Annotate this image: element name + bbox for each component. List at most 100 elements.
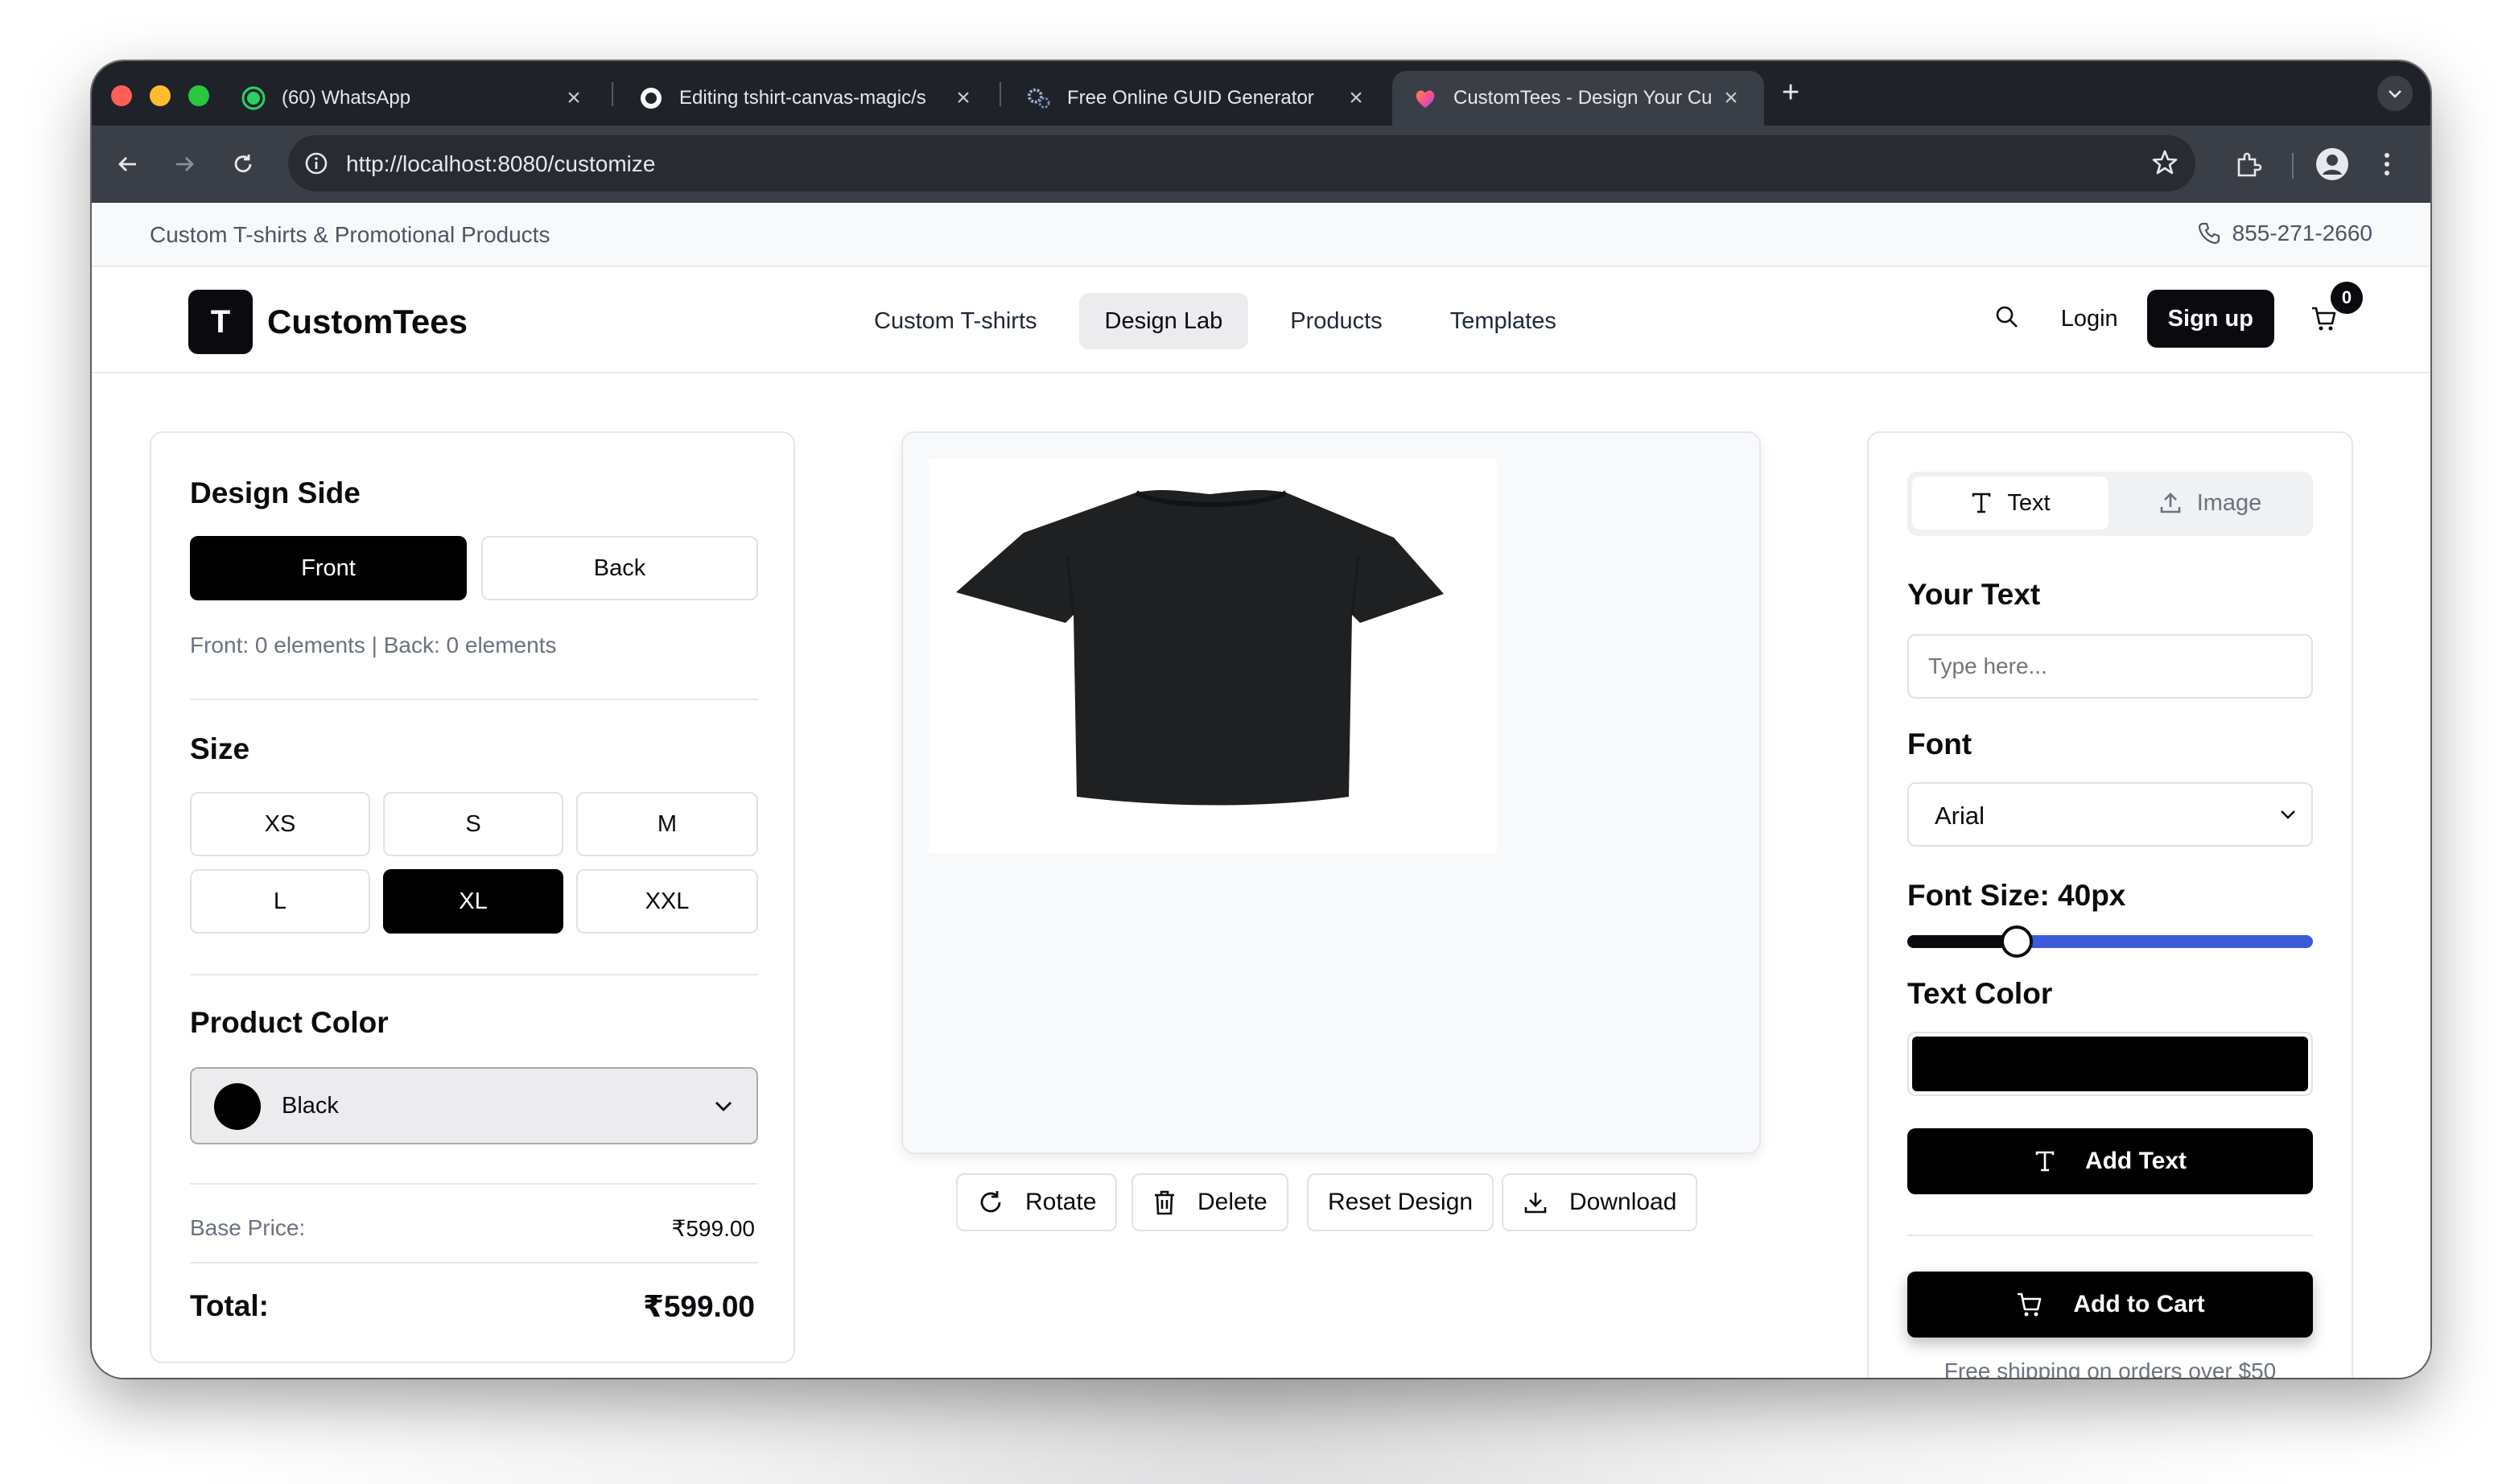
main-nav: Custom T-shirts Design Lab Products Temp… <box>848 293 1582 349</box>
forward-arrow-icon[interactable] <box>167 146 203 182</box>
address-bar[interactable]: http://localhost:8080/customize <box>288 135 2195 192</box>
color-swatch <box>214 1083 261 1130</box>
back-side-button[interactable]: Back <box>481 536 758 600</box>
rotate-label: Rotate <box>1025 1189 1097 1215</box>
tab-github[interactable]: Editing tshirt-canvas-magic/s × <box>618 71 996 126</box>
site-info-icon[interactable] <box>303 150 330 181</box>
font-value: Arial <box>1935 802 1985 830</box>
font-size-slider[interactable] <box>1907 925 2313 958</box>
site-logo[interactable]: T CustomTees <box>188 290 468 354</box>
site-header: T CustomTees Custom T-shirts Design Lab … <box>92 267 2430 373</box>
chevron-down-icon <box>715 1102 732 1111</box>
tab-customtees[interactable]: CustomTees - Design Your Cu × <box>1392 71 1764 126</box>
tab-image[interactable]: Image <box>2112 476 2308 530</box>
text-tools-panel: Text Image Your Text Font Arial Font Siz… <box>1867 431 2353 1378</box>
add-text-button[interactable]: Add Text <box>1907 1128 2313 1194</box>
rotate-button[interactable]: Rotate <box>956 1173 1118 1231</box>
back-arrow-icon[interactable] <box>109 146 145 182</box>
close-tab-icon[interactable]: × <box>951 85 975 112</box>
tab-text[interactable]: Text <box>1912 476 2108 530</box>
close-tab-icon[interactable]: × <box>562 85 586 112</box>
text-input[interactable] <box>1907 634 2313 699</box>
reset-design-button[interactable]: Reset Design <box>1307 1173 1494 1231</box>
tshirt-preview <box>929 459 1497 853</box>
text-type-icon <box>2035 1151 2055 1172</box>
tab-whatsapp[interactable]: (60) WhatsApp × <box>221 71 607 126</box>
text-type-icon <box>1972 493 1991 513</box>
font-label: Font <box>1907 728 1972 761</box>
github-icon <box>639 86 663 110</box>
reload-icon[interactable] <box>225 146 261 182</box>
delete-label: Delete <box>1197 1189 1268 1215</box>
profile-avatar-icon[interactable] <box>2311 143 2353 185</box>
phone-icon <box>2198 222 2220 245</box>
size-s-button[interactable]: S <box>383 792 563 856</box>
size-xl-button[interactable]: XL <box>383 869 563 934</box>
minimize-window-button[interactable] <box>150 85 171 106</box>
size-title: Size <box>190 732 250 765</box>
web-page: Custom T-shirts & Promotional Products 8… <box>92 203 2430 1378</box>
slider-handle[interactable] <box>2001 925 2033 958</box>
download-label: Download <box>1569 1189 1677 1215</box>
tab-text-label: Text <box>2007 489 2051 516</box>
size-m-button[interactable]: M <box>576 792 758 856</box>
reset-label: Reset Design <box>1328 1189 1474 1215</box>
phone-contact[interactable]: 855-271-2660 <box>2197 221 2372 246</box>
nav-custom-tshirts[interactable]: Custom T-shirts <box>848 293 1063 349</box>
tab-search-chevron-icon[interactable] <box>2377 76 2413 111</box>
browser-menu-icon[interactable] <box>2366 143 2408 185</box>
size-xs-button[interactable]: XS <box>190 792 370 856</box>
nav-templates[interactable]: Templates <box>1424 293 1582 349</box>
tab-bar: (60) WhatsApp × Editing tshirt-canvas-ma… <box>92 61 2430 126</box>
new-tab-icon[interactable]: + <box>1782 76 1799 110</box>
download-icon <box>1524 1193 1547 1214</box>
logo-mark: T <box>188 290 253 354</box>
font-size-label: Font Size: 40px <box>1907 879 2126 912</box>
tagline: Custom T-shirts & Promotional Products <box>150 222 550 247</box>
tab-title: Editing tshirt-canvas-magic/s <box>679 87 926 109</box>
text-color-picker[interactable] <box>1907 1032 2313 1096</box>
design-options-panel: Design Side Front Back Front: 0 elements… <box>150 431 795 1363</box>
product-color-title: Product Color <box>190 1006 389 1039</box>
text-color-swatch <box>1912 1037 2308 1091</box>
search-icon[interactable] <box>1993 303 2021 335</box>
upload-icon <box>2160 493 2180 513</box>
base-price-value: ₹599.00 <box>671 1216 755 1241</box>
add-to-cart-button[interactable]: Add to Cart <box>1907 1272 2313 1338</box>
header-actions: Login Sign up 0 <box>1993 282 2363 348</box>
shopping-cart-icon <box>2018 1292 2042 1317</box>
bookmark-star-icon[interactable] <box>2150 148 2179 181</box>
close-tab-icon[interactable]: × <box>1344 85 1368 112</box>
cart-count-badge: 0 <box>2331 282 2363 314</box>
design-canvas[interactable] <box>901 431 1761 1154</box>
nav-design-lab[interactable]: Design Lab <box>1078 293 1249 349</box>
login-link[interactable]: Login <box>2061 306 2118 332</box>
tool-tabs: Text Image <box>1907 472 2313 536</box>
tab-title: (60) WhatsApp <box>282 87 411 109</box>
download-button[interactable]: Download <box>1502 1173 1698 1231</box>
url-text: http://localhost:8080/customize <box>346 151 656 176</box>
base-price-label: Base Price: <box>190 1215 306 1240</box>
close-tab-icon[interactable]: × <box>1719 85 1743 112</box>
signup-button[interactable]: Sign up <box>2146 290 2274 348</box>
announcement-bar: Custom T-shirts & Promotional Products 8… <box>92 203 2430 267</box>
tab-guid-generator[interactable]: Free Online GUID Generator × <box>1006 71 1389 126</box>
lovable-heart-icon <box>1413 86 1437 110</box>
whatsapp-icon <box>241 86 266 110</box>
nav-products[interactable]: Products <box>1264 293 1408 349</box>
shipping-note: Free shipping on orders over $50 <box>1944 1358 2277 1378</box>
close-window-button[interactable] <box>111 85 132 106</box>
delete-button[interactable]: Delete <box>1132 1173 1288 1231</box>
brand-name: CustomTees <box>267 303 468 340</box>
cart-button[interactable]: 0 <box>2306 282 2363 336</box>
text-color-label: Text Color <box>1907 977 2053 1010</box>
maximize-window-button[interactable] <box>188 85 209 106</box>
tab-title: Free Online GUID Generator <box>1067 87 1314 109</box>
size-xxl-button[interactable]: XXL <box>576 869 758 934</box>
font-select[interactable]: Arial <box>1907 782 2313 847</box>
gears-icon <box>1027 86 1051 110</box>
extensions-icon[interactable] <box>2228 143 2269 185</box>
product-color-select[interactable]: Black <box>190 1067 758 1144</box>
size-l-button[interactable]: L <box>190 869 370 934</box>
front-side-button[interactable]: Front <box>190 536 467 600</box>
